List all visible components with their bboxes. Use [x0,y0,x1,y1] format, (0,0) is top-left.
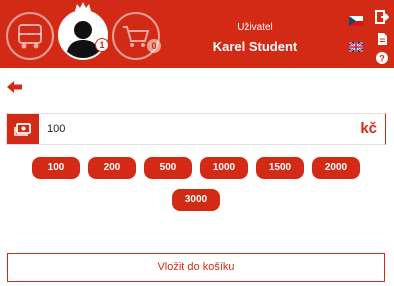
svg-text:?: ? [379,54,385,64]
flag-uk-icon[interactable] [349,42,363,52]
amount-input[interactable] [47,120,337,138]
preset-button-100[interactable]: 100 [32,157,80,179]
back-arrow-icon[interactable] [7,81,23,93]
nav-bus-button[interactable] [6,12,54,60]
app-header: 1 0 Uživatel Karel Student ? [0,0,394,68]
preset-button-500[interactable]: 500 [144,157,192,179]
currency-label: kč [360,120,377,137]
amount-icon-box [7,114,39,144]
nav-user-button[interactable] [58,10,108,60]
cart-badge: 0 [147,39,161,53]
add-to-cart-button[interactable]: Vložit do košíku [7,253,385,282]
user-badge: 1 [95,38,109,52]
preset-button-200[interactable]: 200 [88,157,136,179]
preset-button-1500[interactable]: 1500 [256,157,304,179]
flag-cz-icon[interactable] [349,16,363,26]
preset-button-2000[interactable]: 2000 [312,157,360,179]
logout-icon[interactable] [375,10,389,24]
user-role-label: Uživatel [237,22,273,33]
amount-field-row: kč [6,113,386,145]
help-icon[interactable]: ? [375,51,389,65]
preset-button-3000[interactable]: 3000 [172,189,220,211]
document-icon[interactable] [375,32,389,46]
money-icon [14,123,31,136]
bus-icon [18,24,42,49]
preset-button-1000[interactable]: 1000 [200,157,248,179]
user-name-label: Karel Student [212,39,298,54]
